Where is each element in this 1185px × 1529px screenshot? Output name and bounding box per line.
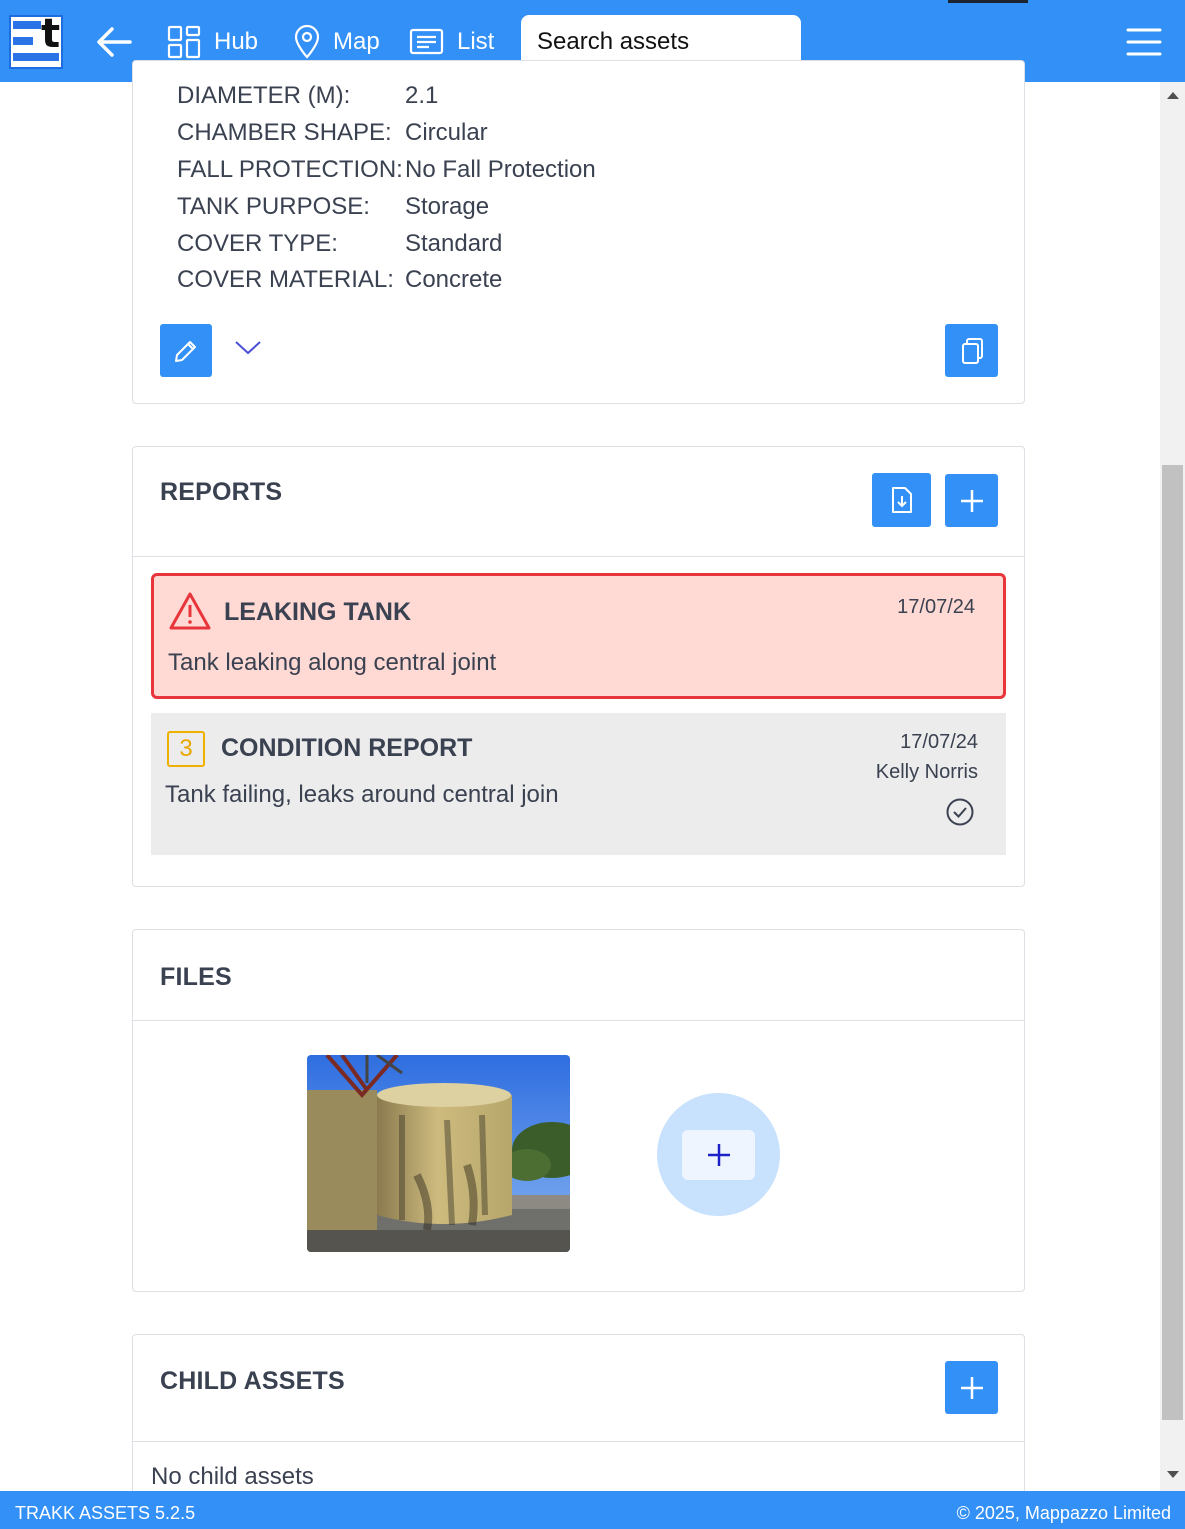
nav-list[interactable]: List (409, 22, 494, 62)
property-value: 2.1 (405, 82, 439, 109)
chevron-down-icon (235, 341, 261, 355)
logo-bar (13, 37, 33, 45)
property-key: COVER TYPE: (177, 230, 338, 257)
files-card: FILES (132, 929, 1025, 1292)
nav-map[interactable]: Map (293, 22, 380, 62)
nav-hub[interactable]: Hub (166, 22, 258, 62)
condition-report-author: Kelly Norris (875, 761, 978, 783)
add-file-inner (682, 1130, 755, 1180)
copyright: © 2025, Mappazzo Limited (956, 1503, 1171, 1523)
alert-description: Tank leaking along central joint (168, 649, 497, 676)
logo-bar (13, 21, 41, 29)
scroll-down-arrow[interactable] (1167, 1471, 1179, 1478)
condition-report-card[interactable]: 3 CONDITION REPORT Tank failing, leaks a… (151, 713, 1006, 855)
plus-icon (960, 489, 983, 512)
file-download-icon (891, 487, 912, 513)
download-report-button[interactable] (872, 473, 931, 527)
page-scrollbar[interactable] (1160, 82, 1185, 1491)
expand-button[interactable] (233, 336, 263, 358)
property-key: DIAMETER (M): (177, 82, 351, 109)
nav-hub-label: Hub (214, 28, 259, 55)
check-circle-icon (946, 798, 974, 826)
pencil-icon (175, 340, 196, 362)
plus-icon (960, 1376, 983, 1399)
files-title: FILES (160, 963, 232, 991)
hamburger-icon (1126, 28, 1162, 56)
app-version: TRAKK ASSETS 5.2.5 (15, 1503, 196, 1523)
scroll-up-arrow[interactable] (1167, 92, 1179, 99)
plus-icon (707, 1144, 730, 1166)
nav-list-label: List (457, 28, 495, 55)
menu-button[interactable] (1122, 22, 1166, 62)
property-key: FALL PROTECTION: (177, 156, 403, 183)
alert-date: 17/07/24 (897, 596, 975, 618)
warning-triangle-icon (169, 592, 211, 630)
arrow-left-icon (97, 27, 132, 57)
scrollbar-thumb[interactable] (1162, 465, 1183, 1420)
footer-bar: TRAKK ASSETS 5.2.5 © 2025, Mappazzo Limi… (0, 1491, 1185, 1529)
property-value: Standard (405, 230, 503, 257)
no-child-assets-text: No child assets (151, 1463, 314, 1490)
add-child-asset-button[interactable] (945, 1361, 998, 1414)
alert-report-card[interactable]: LEAKING TANK 17/07/24 Tank leaking along… (151, 573, 1006, 699)
condition-score-badge: 3 (167, 731, 205, 767)
property-value: Circular (405, 119, 488, 146)
condition-report-date: 17/07/24 (900, 731, 978, 753)
property-value: Concrete (405, 266, 503, 293)
copy-icon (961, 337, 983, 364)
property-key: COVER MATERIAL: (177, 266, 394, 293)
property-value: Storage (405, 193, 490, 220)
reports-title: REPORTS (160, 478, 283, 506)
file-thumbnail[interactable] (307, 1055, 570, 1252)
child-assets-title: CHILD ASSETS (160, 1367, 345, 1395)
condition-report-title: CONDITION REPORT (221, 734, 473, 762)
nav-map-label: Map (333, 28, 380, 55)
property-value: No Fall Protection (405, 156, 596, 183)
child-assets-header: CHILD ASSETS (133, 1335, 1024, 1442)
condition-report-description: Tank failing, leaks around central join (165, 781, 559, 808)
logo-letter: t (41, 11, 61, 57)
property-key: CHAMBER SHAPE: (177, 119, 392, 146)
window-edge (948, 0, 1028, 3)
list-icon (409, 28, 444, 55)
edit-button[interactable] (160, 324, 212, 377)
add-report-button[interactable] (945, 474, 998, 527)
grid-icon (167, 25, 201, 59)
copy-button[interactable] (945, 324, 998, 377)
map-pin-icon (294, 24, 320, 59)
add-file-button[interactable] (657, 1093, 780, 1216)
tank-photo (307, 1055, 570, 1252)
app-logo[interactable]: t (9, 11, 63, 69)
property-key: TANK PURPOSE: (177, 193, 370, 220)
alert-title: LEAKING TANK (224, 598, 412, 626)
files-header: FILES (133, 930, 1024, 1021)
back-button[interactable] (94, 24, 134, 60)
